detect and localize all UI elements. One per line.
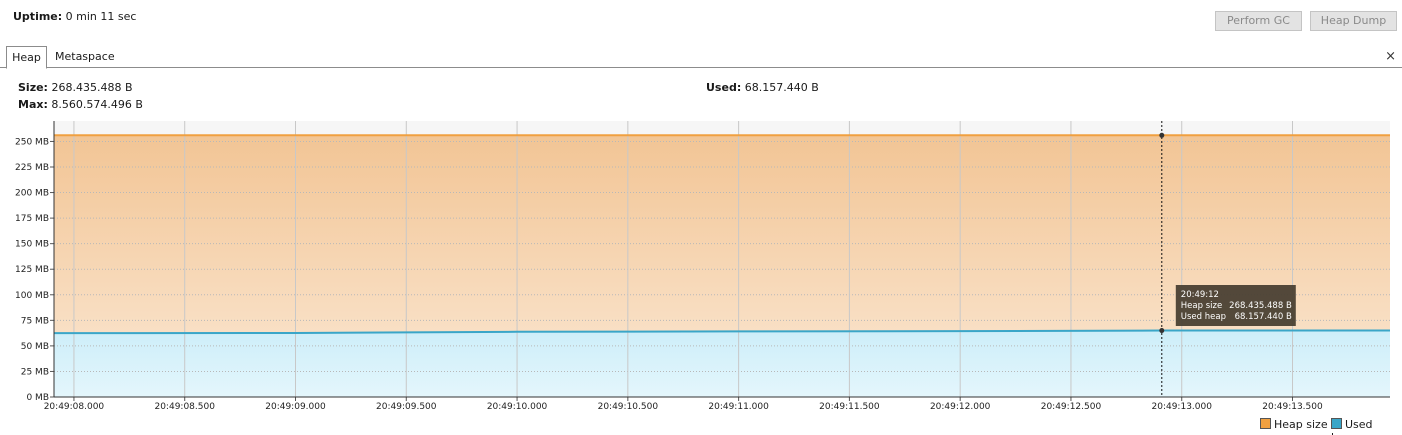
- x-tick-label: 20:49:13.500: [1262, 402, 1323, 412]
- uptime-value: 0 min 11 sec: [65, 10, 137, 23]
- x-tick-label: 20:49:11.500: [819, 402, 880, 412]
- heap-size-marker: [1159, 132, 1165, 138]
- y-tick-label: 175 MB: [15, 214, 49, 224]
- tab-heap[interactable]: Heap: [6, 46, 47, 69]
- max-value: 8.560.574.496 B: [51, 98, 143, 111]
- tooltip-row-value: 268.435.488 B: [1229, 301, 1292, 311]
- heap-max-stat: Max: 8.560.574.496 B: [18, 98, 143, 111]
- x-tick-label: 20:49:08.000: [44, 402, 105, 412]
- y-tick-label: 200 MB: [15, 189, 49, 199]
- heap-dump-button[interactable]: Heap Dump: [1310, 11, 1397, 31]
- tooltip-row-value: 68.157.440 B: [1235, 312, 1292, 322]
- size-value: 268.435.488 B: [51, 81, 133, 94]
- uptime-readout: Uptime: 0 min 11 sec: [13, 10, 136, 23]
- heap-size-swatch: [1260, 418, 1271, 429]
- used-heap-swatch: [1331, 418, 1342, 429]
- legend-heap-size-label: Heap size: [1274, 418, 1328, 431]
- used-heap-marker: [1159, 328, 1165, 334]
- x-tick-label: 20:49:12.500: [1041, 402, 1102, 412]
- y-tick-label: 75 MB: [21, 316, 49, 326]
- x-tick-label: 20:49:13.000: [1152, 402, 1213, 412]
- legend-used-heap: Used heap: [1331, 418, 1402, 435]
- used-value: 68.157.440 B: [744, 81, 819, 94]
- y-tick-label: 50 MB: [21, 342, 49, 352]
- tab-strip: Heap Metaspace ×: [0, 46, 1402, 69]
- legend-heap-size: Heap size: [1260, 418, 1328, 431]
- uptime-label: Uptime:: [13, 10, 63, 23]
- perform-gc-button[interactable]: Perform GC: [1215, 11, 1302, 31]
- tooltip-row-label: Heap size: [1181, 301, 1222, 311]
- close-icon[interactable]: ×: [1385, 46, 1396, 68]
- heap-monitor-panel: Uptime: 0 min 11 sec Perform GC Heap Dum…: [0, 0, 1402, 435]
- heap-size-stat: Size: 268.435.488 B: [18, 81, 133, 94]
- y-tick-label: 225 MB: [15, 163, 49, 173]
- x-tick-label: 20:49:11.000: [708, 402, 769, 412]
- tooltip-row-label: Used heap: [1181, 312, 1226, 322]
- x-tick-label: 20:49:09.000: [265, 402, 326, 412]
- x-tick-label: 20:49:08.500: [154, 402, 215, 412]
- y-tick-label: 25 MB: [21, 367, 49, 377]
- x-tick-label: 20:49:09.500: [376, 402, 437, 412]
- y-tick-label: 100 MB: [15, 291, 49, 301]
- used-heap-area: [54, 330, 1390, 397]
- y-tick-label: 150 MB: [15, 240, 49, 250]
- x-tick-label: 20:49:10.500: [598, 402, 659, 412]
- heap-used-stat: Used: 68.157.440 B: [706, 81, 819, 94]
- x-tick-label: 20:49:10.000: [487, 402, 548, 412]
- size-label: Size:: [18, 81, 48, 94]
- max-label: Max:: [18, 98, 48, 111]
- tooltip-time: 20:49:12: [1181, 290, 1219, 300]
- tab-metaspace[interactable]: Metaspace: [55, 46, 115, 68]
- heap-chart[interactable]: 0 MB25 MB50 MB75 MB100 MB125 MB150 MB175…: [0, 118, 1402, 414]
- x-tick-label: 20:49:12.000: [930, 402, 991, 412]
- y-tick-label: 250 MB: [15, 137, 49, 147]
- y-tick-label: 125 MB: [15, 265, 49, 275]
- used-label: Used:: [706, 81, 742, 94]
